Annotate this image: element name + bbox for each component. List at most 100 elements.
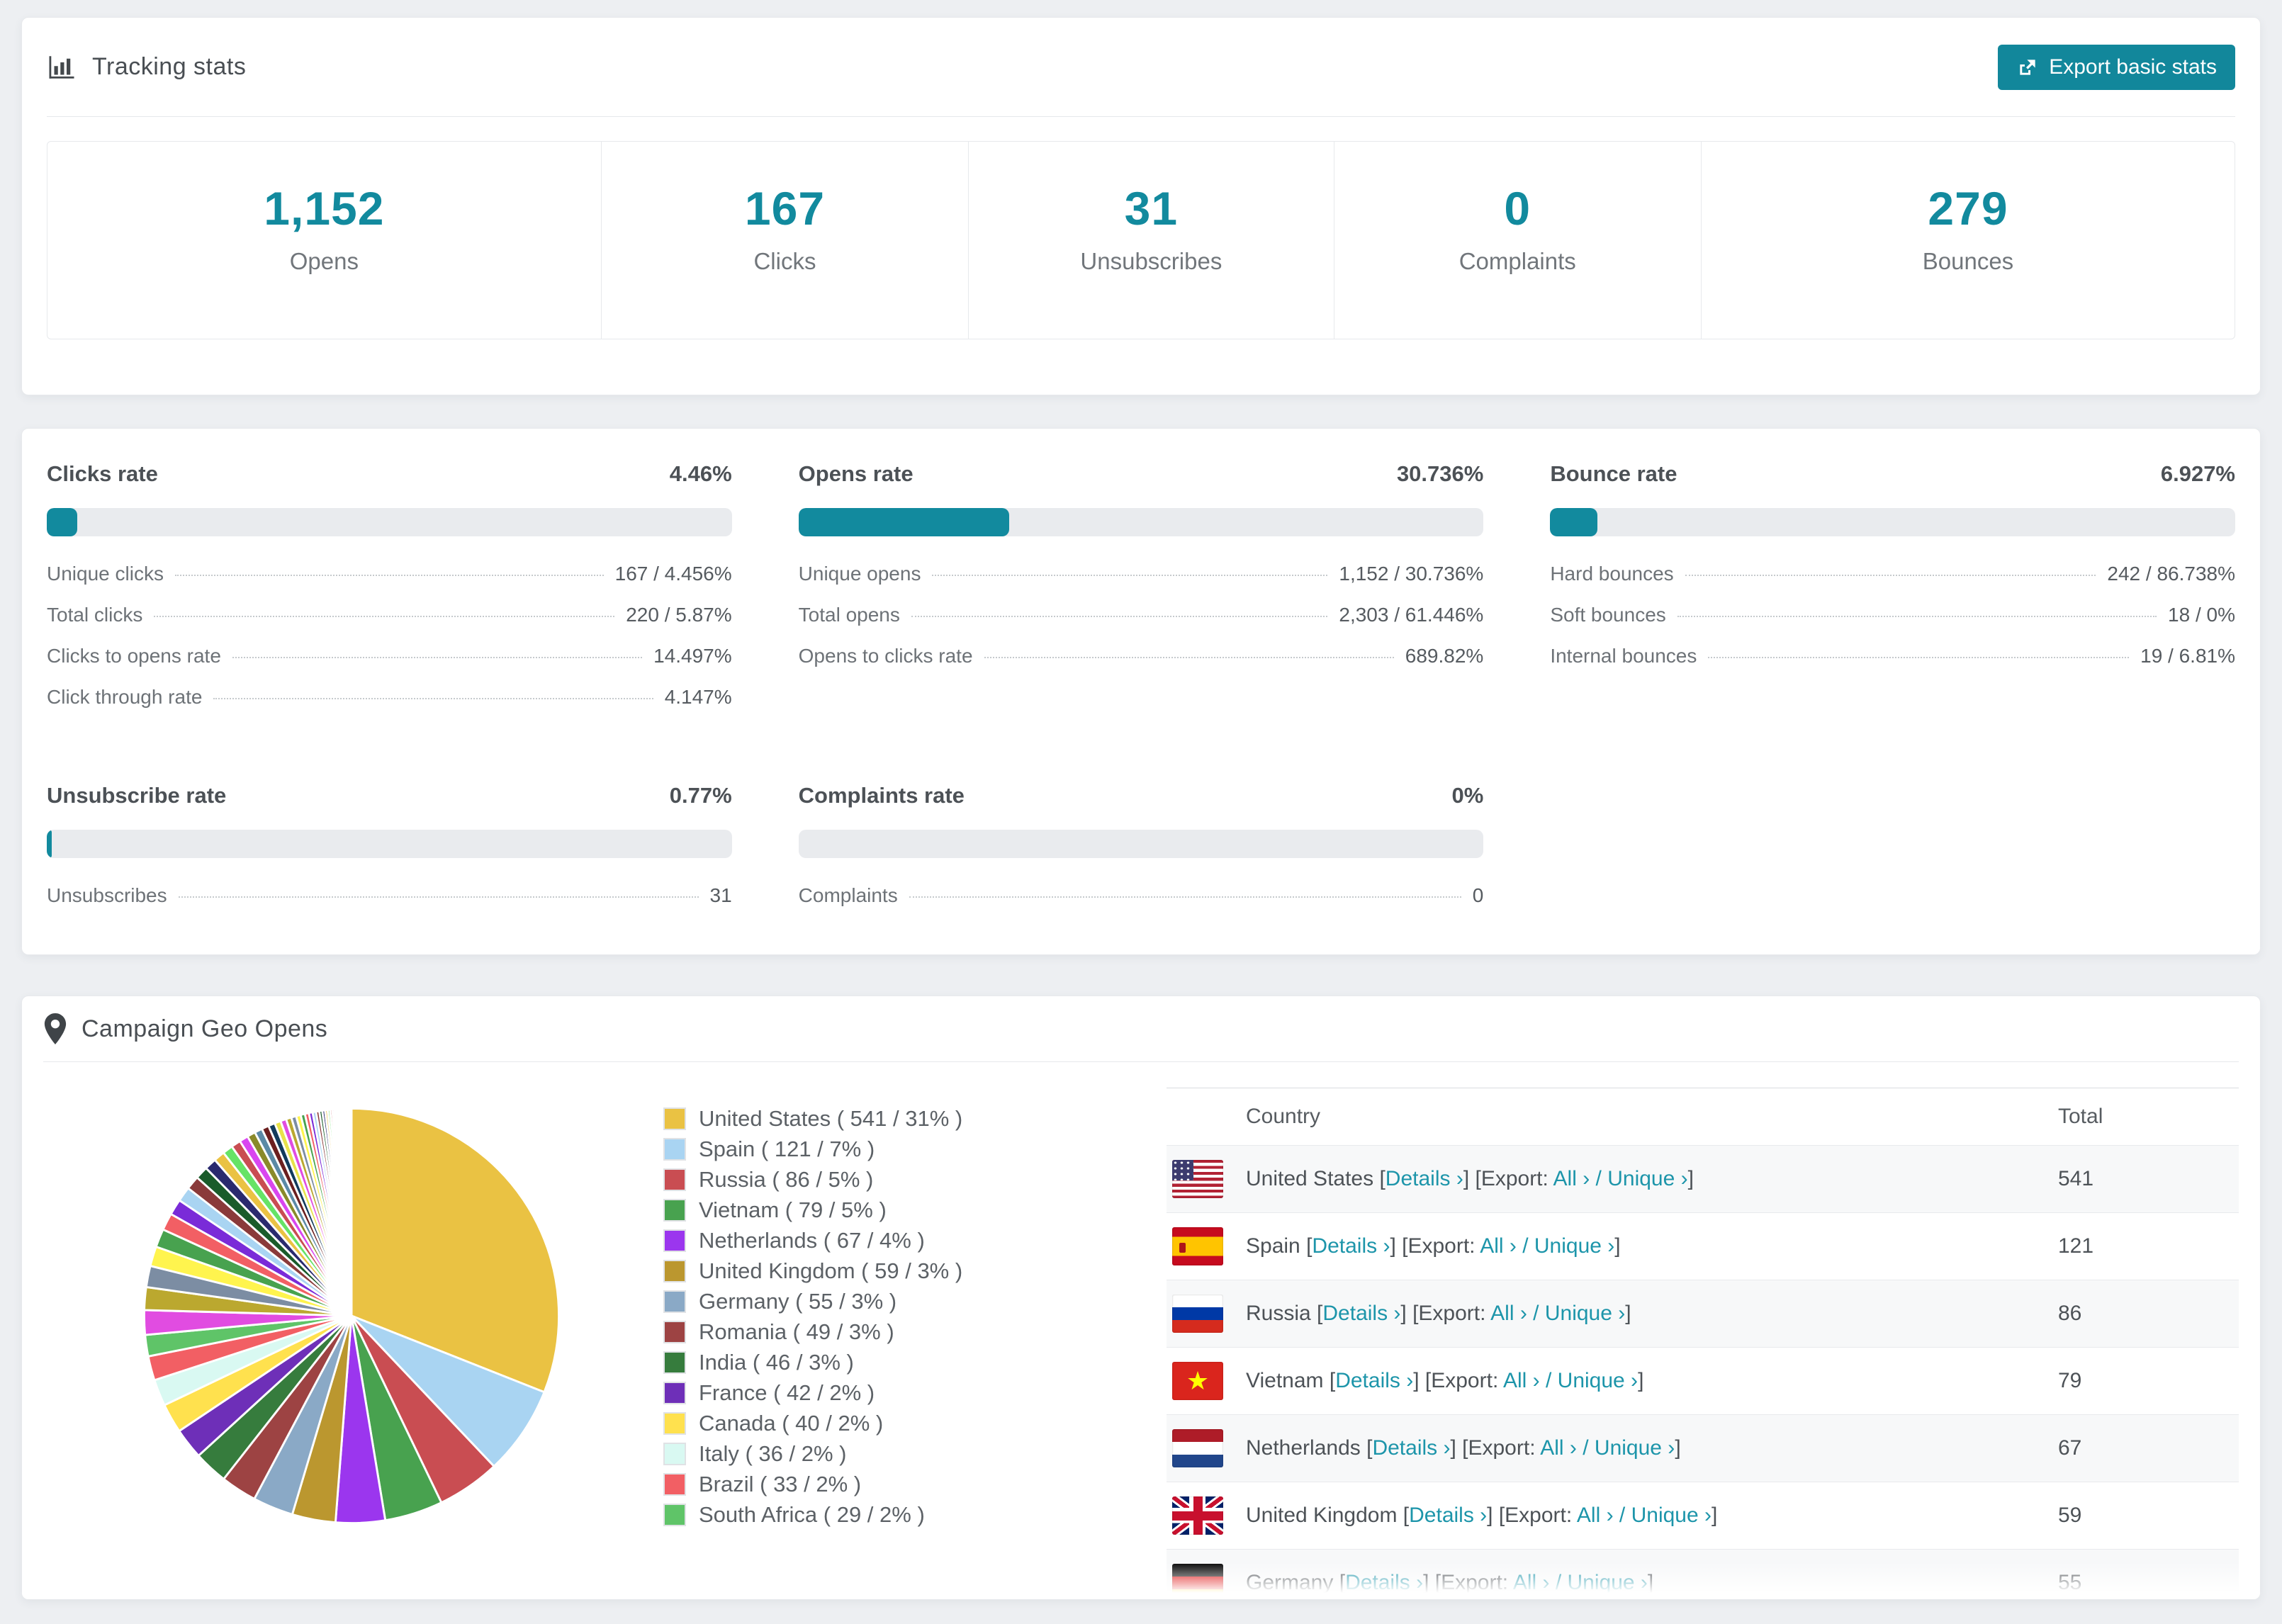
rate-row-value: 167 / 4.456% [614,563,732,585]
rate-header-complaints-rate: Complaints rate 0% [799,783,1484,808]
geo-opens-table: Country Total United States [Details ›] … [1167,1088,2239,1599]
export-unique-link[interactable]: Unique › [1631,1504,1712,1527]
geo-opens-pie-chart [40,1062,663,1599]
nl-flag-icon [1172,1429,1223,1467]
country-links: Vietnam [Details ›] [Export: All › / Uni… [1246,1369,1644,1392]
rate-block-complaints-rate: Complaints rate 0% Complaints 0 [798,783,1484,916]
column-header-country: Country [1246,1105,1321,1128]
details-link[interactable]: Details › [1312,1234,1390,1258]
rate-row-unique-opens: Unique opens 1,152 / 30.736% [799,553,1484,594]
rate-row-label: Opens to clicks rate [798,645,973,667]
rate-value-bounce-rate: 6.927% [2160,461,2235,486]
export-all-link[interactable]: All › [1513,1571,1550,1594]
progress-fill-unsubscribe-rate [47,830,52,858]
rate-row-value: 4.147% [664,686,732,708]
legend-item-netherlands: Netherlands ( 67 / 4% ) [663,1225,1145,1256]
export-unique-link[interactable]: Unique › [1595,1436,1675,1460]
total-cell: 79 [2058,1369,2082,1392]
export-unique-link[interactable]: Unique › [1534,1234,1614,1258]
export-basic-stats-button[interactable]: Export basic stats [1998,44,2235,90]
geo-table-row-vietnam: Vietnam [Details ›] [Export: All › / Uni… [1167,1347,2239,1414]
export-all-link[interactable]: All › [1553,1167,1590,1190]
tracking-stats-card: Tracking stats Export basic stats 1,152 O… [21,17,2261,395]
rate-row-complaints: Complaints 0 [799,875,1484,916]
rate-row-internal-bounces: Internal bounces 19 / 6.81% [1550,636,2235,677]
rate-title-opens-rate: Opens rate [798,461,914,486]
country-cell: Vietnam [Details ›] [Export: All › / Uni… [1167,1362,2058,1400]
rate-block-bounce-rate: Bounce rate 6.927% Hard bounces 242 / 86.73… [1550,461,2235,718]
es-flag-icon [1172,1227,1223,1265]
dotted-leader [932,575,1328,576]
legend-swatch-russia [663,1168,686,1191]
de-flag-icon [1172,1564,1223,1599]
total-cell: 86 [2058,1302,2082,1325]
details-link[interactable]: Details › [1386,1167,1463,1190]
rate-rows-complaints-rate: Complaints 0 [799,875,1484,916]
legend-item-germany: Germany ( 55 / 3% ) [663,1286,1145,1316]
export-all-link[interactable]: All › [1503,1369,1540,1392]
rate-row-label: Total clicks [47,604,143,626]
rate-title-complaints-rate: Complaints rate [798,783,965,808]
export-all-link[interactable]: All › [1490,1302,1527,1325]
legend-swatch-united-states [663,1107,686,1130]
country-name: Netherlands [1246,1436,1367,1460]
stat-value-clicks: 167 [744,182,826,235]
export-unique-link[interactable]: Unique › [1607,1167,1687,1190]
rate-row-value: 18 / 0% [2168,604,2235,626]
details-link[interactable]: Details › [1409,1504,1487,1527]
rate-row-total-opens: Total opens 2,303 / 61.446% [799,594,1484,636]
rate-value-opens-rate: 30.736% [1396,461,1484,486]
legend-item-spain: Spain ( 121 / 7% ) [663,1134,1145,1164]
export-all-link[interactable]: All › [1480,1234,1517,1258]
campaign-geo-opens-card: Campaign Geo Opens United States ( 541 /… [21,996,2261,1600]
stat-cell-unsubscribes: 31 Unsubscribes [968,142,1333,339]
country-links: United States [Details ›] [Export: All ›… [1246,1167,1694,1190]
geo-table-row-netherlands: Netherlands [Details ›] [Export: All › /… [1167,1414,2239,1482]
progress-bar-bounce-rate [1550,508,2235,536]
slash-separator: / [1590,1167,1608,1190]
slash-separator: / [1613,1504,1631,1527]
total-cell: 67 [2058,1436,2082,1460]
rate-row-soft-bounces: Soft bounces 18 / 0% [1550,594,2235,636]
details-link[interactable]: Details › [1372,1436,1450,1460]
rate-header-opens-rate: Opens rate 30.736% [799,461,1484,487]
dotted-leader [1677,616,2157,617]
dotted-leader [1708,657,2130,658]
geo-table-row-russia: Russia [Details ›] [Export: All › / Uniq… [1167,1280,2239,1347]
country-name: United Kingdom [1246,1504,1403,1527]
export-unique-link[interactable]: Unique › [1558,1369,1638,1392]
slash-separator: / [1527,1302,1545,1325]
country-cell: United States [Details ›] [Export: All ›… [1167,1160,2058,1198]
legend-item-south-africa: South Africa ( 29 / 2% ) [663,1499,1145,1530]
rate-block-unsubscribe-rate: Unsubscribe rate 0.77% Unsubscribes 31 [47,783,732,916]
legend-swatch-vietnam [663,1198,686,1222]
legend-label-south-africa: South Africa ( 29 / 2% ) [699,1501,925,1527]
total-cell: 541 [2058,1167,2094,1190]
rate-row-value: 2,303 / 61.446% [1339,604,1484,626]
total-cell: 55 [2058,1571,2082,1594]
legend-item-united-states: United States ( 541 / 31% ) [663,1103,1145,1134]
export-all-link[interactable]: All › [1577,1504,1614,1527]
legend-label-vietnam: Vietnam ( 79 / 5% ) [699,1197,887,1222]
details-link[interactable]: Details › [1335,1369,1413,1392]
slash-separator: / [1539,1369,1558,1392]
legend-item-romania: Romania ( 49 / 3% ) [663,1316,1145,1347]
legend-swatch-spain [663,1137,686,1161]
stat-label-clicks: Clicks [753,248,816,274]
map-pin-icon [43,1013,67,1044]
pie-slice-other-48 [349,1107,353,1317]
country-cell: Spain [Details ›] [Export: All › / Uniqu… [1167,1227,2058,1265]
details-link[interactable]: Details › [1322,1302,1400,1325]
legend-item-vietnam: Vietnam ( 79 / 5% ) [663,1195,1145,1225]
dotted-leader [178,896,699,898]
stat-value-bounces: 279 [1928,182,2008,235]
stat-cell-complaints: 0 Complaints [1333,142,1701,339]
export-unique-link[interactable]: Unique › [1568,1571,1648,1594]
rate-title-clicks-rate: Clicks rate [47,461,158,486]
export-unique-link[interactable]: Unique › [1545,1302,1625,1325]
export-all-link[interactable]: All › [1540,1436,1577,1460]
rate-row-label: Hard bounces [1550,563,1674,585]
stat-label-complaints: Complaints [1458,248,1576,274]
dotted-leader [984,657,1394,658]
details-link[interactable]: Details › [1345,1571,1423,1594]
